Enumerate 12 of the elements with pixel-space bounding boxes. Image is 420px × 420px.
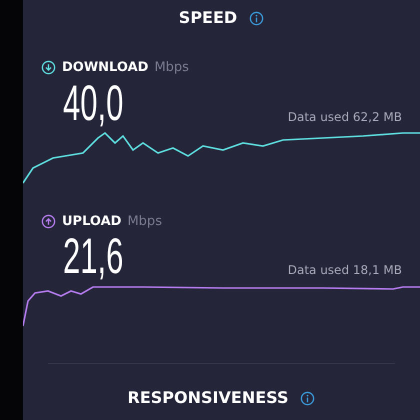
info-icon[interactable]: [300, 390, 316, 406]
metric-label: DOWNLOAD: [62, 59, 148, 77]
section-title: RESPONSIVENESS: [128, 387, 288, 409]
speed-value: 21,6: [63, 231, 124, 281]
data-used-text: Data used 18,1 MB: [288, 263, 402, 277]
unit-label: Mbps: [127, 212, 162, 230]
section-title: SPEED: [178, 7, 238, 29]
metric-label: UPLOAD: [62, 212, 122, 230]
unit-label: Mbps: [154, 59, 189, 77]
data-used-text: Data used 62,2 MB: [288, 110, 402, 124]
speed-value: 40,0: [63, 78, 124, 128]
info-icon[interactable]: [249, 10, 264, 26]
